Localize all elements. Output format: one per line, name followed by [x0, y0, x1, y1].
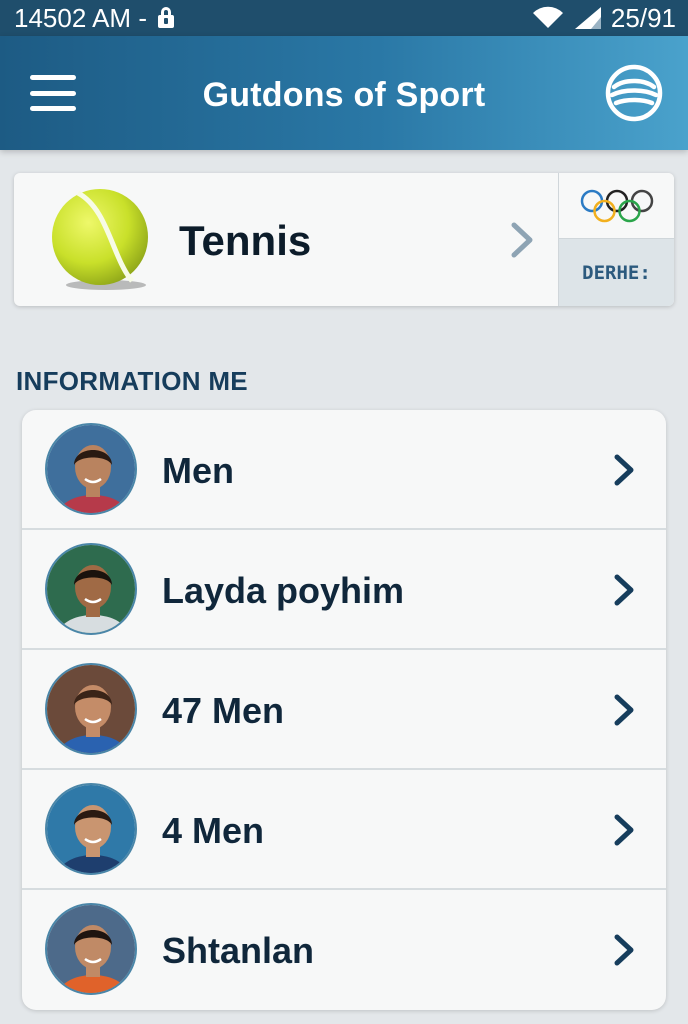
- side-tag[interactable]: DERHE:: [559, 239, 674, 306]
- list-item[interactable]: Layda poyhim: [22, 530, 666, 650]
- menu-icon[interactable]: [30, 75, 76, 111]
- tennis-ball-icon: [52, 189, 148, 290]
- avatar: [45, 543, 137, 635]
- section-title: INFORMATION ME: [16, 366, 248, 396]
- wifi-icon: [532, 6, 563, 29]
- status-bar: 14502 AM - 25/91: [0, 0, 688, 36]
- info-list: Men Layda poyhim 47 Men 4 Men Shtanlan: [22, 410, 666, 1010]
- avatar: [45, 783, 137, 875]
- chevron-right-icon: [614, 814, 634, 846]
- list-item-label: Layda poyhim: [162, 570, 405, 611]
- status-right: 25/91: [531, 3, 676, 34]
- list-item[interactable]: Men: [22, 410, 666, 530]
- list-item-label: Shtanlan: [162, 930, 315, 971]
- signal-icon: [574, 7, 601, 29]
- chevron-right-icon: [614, 934, 634, 966]
- list-item[interactable]: 4 Men: [22, 770, 666, 890]
- lock-icon: [157, 7, 175, 29]
- battery-text: 25/91: [610, 2, 676, 33]
- sport-card-side: DERHE:: [558, 173, 674, 306]
- brand-logo-icon[interactable]: [602, 61, 666, 125]
- sport-card: Tennis DERHE:: [14, 173, 674, 306]
- chevron-right-icon: [614, 454, 634, 486]
- chevron-right-icon: [614, 574, 634, 606]
- list-item-label: Men: [162, 450, 234, 491]
- sport-card-main[interactable]: Tennis: [14, 173, 558, 306]
- avatar: [45, 423, 137, 515]
- list-item[interactable]: 47 Men: [22, 650, 666, 770]
- sport-name: Tennis: [179, 217, 312, 264]
- avatar: [45, 903, 137, 995]
- olympic-rings-box: [559, 173, 674, 239]
- chevron-right-icon: [511, 222, 533, 258]
- olympic-rings-icon: [580, 189, 653, 222]
- list-item-label: 47 Men: [162, 690, 285, 731]
- list-item-label: 4 Men: [162, 810, 265, 851]
- status-left: 14502 AM -: [14, 3, 175, 34]
- chevron-right-icon: [614, 694, 634, 726]
- status-time: 14502 AM -: [14, 2, 147, 33]
- list-item[interactable]: Shtanlan: [22, 890, 666, 1010]
- avatar: [45, 663, 137, 755]
- app-bar: Gutdons of Sport: [0, 36, 688, 150]
- app-title: Gutdons of Sport: [202, 76, 486, 114]
